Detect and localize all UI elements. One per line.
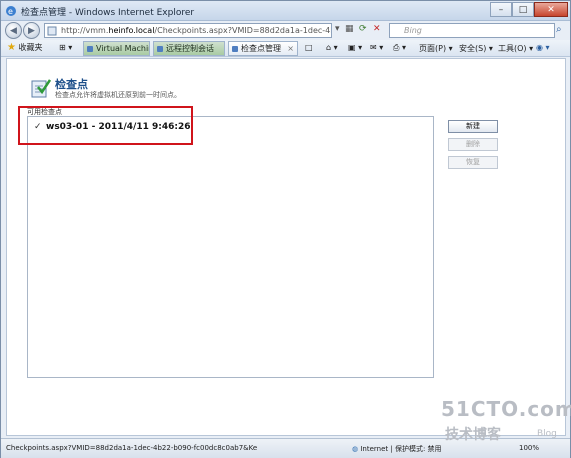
checkpoint-icon [31,79,51,98]
ie-logo-icon: e [6,6,16,16]
address-input[interactable]: http://vmm.heinfo.local/Checkpoints.aspx… [44,23,332,38]
url-rest: /Checkpoints.aspx?VMID=88d2da1a-1dec-4b2… [154,26,331,35]
restore-button[interactable]: 恢复 [448,156,498,169]
refresh-icon[interactable]: ⟳ [359,24,367,34]
svg-text:e: e [8,7,13,16]
status-bar: Checkpoints.aspx?VMID=88d2da1a-1dec-4b22… [1,438,570,458]
tab-virtual-machines[interactable]: Virtual Machin... [83,41,150,56]
search-placeholder: Bing [404,26,422,35]
window-title: 检查点管理 - Windows Internet Explorer [21,8,195,18]
star-icon: ★ [7,42,16,53]
new-checkpoint-button[interactable]: 新建 [448,120,498,133]
print-icon[interactable]: ⎙ ▾ [393,43,406,53]
minimize-button[interactable]: – [490,2,512,17]
tab-close-icon[interactable]: × [287,42,294,55]
zoom-level[interactable]: 100% [519,444,539,452]
page-menu[interactable]: 页面(P) ▾ [419,43,453,54]
feeds-icon[interactable]: ▣ ▾ [348,43,362,52]
tab-checkpoint-manager[interactable]: 检查点管理 × [228,41,298,56]
new-tab-button[interactable]: □ [305,43,313,52]
favorites-button[interactable]: ★ 收藏夹 [7,42,43,53]
favorites-label: 收藏夹 [18,43,43,52]
maximize-button[interactable]: □ [512,2,534,17]
tools-menu[interactable]: 工具(O) ▾ [498,43,533,54]
title-bar: e 检查点管理 - Windows Internet Explorer – □ … [1,1,570,21]
delete-button[interactable]: 删除 [448,138,498,151]
back-button[interactable]: ◀ [5,22,22,39]
search-icon[interactable]: ⌕ [556,24,562,35]
tab-label: Virtual Machin... [96,44,149,53]
url-prefix: http://vmm. [61,26,109,35]
stop-icon[interactable]: ✕ [373,24,381,34]
page-content: 检查点 检查点允许将虚拟机还原到前一时间点。 可用检查点 ✓ ws03-01 -… [6,58,566,436]
dropdown-icon[interactable]: ▾ [335,24,340,34]
help-menu[interactable]: ◉ ▾ [536,43,550,52]
highlight-box [18,106,193,145]
tab-row: ★ 收藏夹 ⊞ ▾ Virtual Machin... 远程控制会话 检查点管理… [1,40,570,57]
quick-tabs-icon[interactable]: ⊞ ▾ [59,43,72,52]
tab-label: 远程控制会话 [166,44,214,53]
close-button[interactable]: ✕ [534,2,568,17]
browser-window: e 检查点管理 - Windows Internet Explorer – □ … [0,0,571,458]
forward-button[interactable]: ▶ [23,22,40,39]
safety-menu[interactable]: 安全(S) ▾ [459,43,493,54]
compat-view-icon[interactable]: ▦ [345,24,354,34]
security-zone[interactable]: ◍ Internet | 保护模式: 禁用 [352,444,442,454]
zone-label: Internet | 保护模式: 禁用 [360,445,442,453]
tab-favicon-icon [87,46,93,52]
search-input[interactable]: Bing [389,23,555,38]
address-row: ◀ ▶ http://vmm.heinfo.local/Checkpoints.… [1,21,570,40]
page-description: 检查点允许将虚拟机还原到前一时间点。 [55,91,181,99]
tab-label: 检查点管理 [241,44,281,53]
checkpoint-list[interactable]: ✓ ws03-01 - 2011/4/11 9:46:26 [27,116,434,378]
window-controls: – □ ✕ [490,2,568,18]
url-host: heinfo.local [108,26,155,35]
page-icon [47,26,57,36]
mail-icon[interactable]: ✉ ▾ [370,43,383,52]
status-url: Checkpoints.aspx?VMID=88d2da1a-1dec-4b22… [6,444,258,452]
tab-favicon-icon [232,46,238,52]
home-icon[interactable]: ⌂ ▾ [326,43,338,52]
globe-icon: ◍ [352,445,359,453]
tab-favicon-icon [157,46,163,52]
tab-remote-session[interactable]: 远程控制会话 [153,41,225,56]
